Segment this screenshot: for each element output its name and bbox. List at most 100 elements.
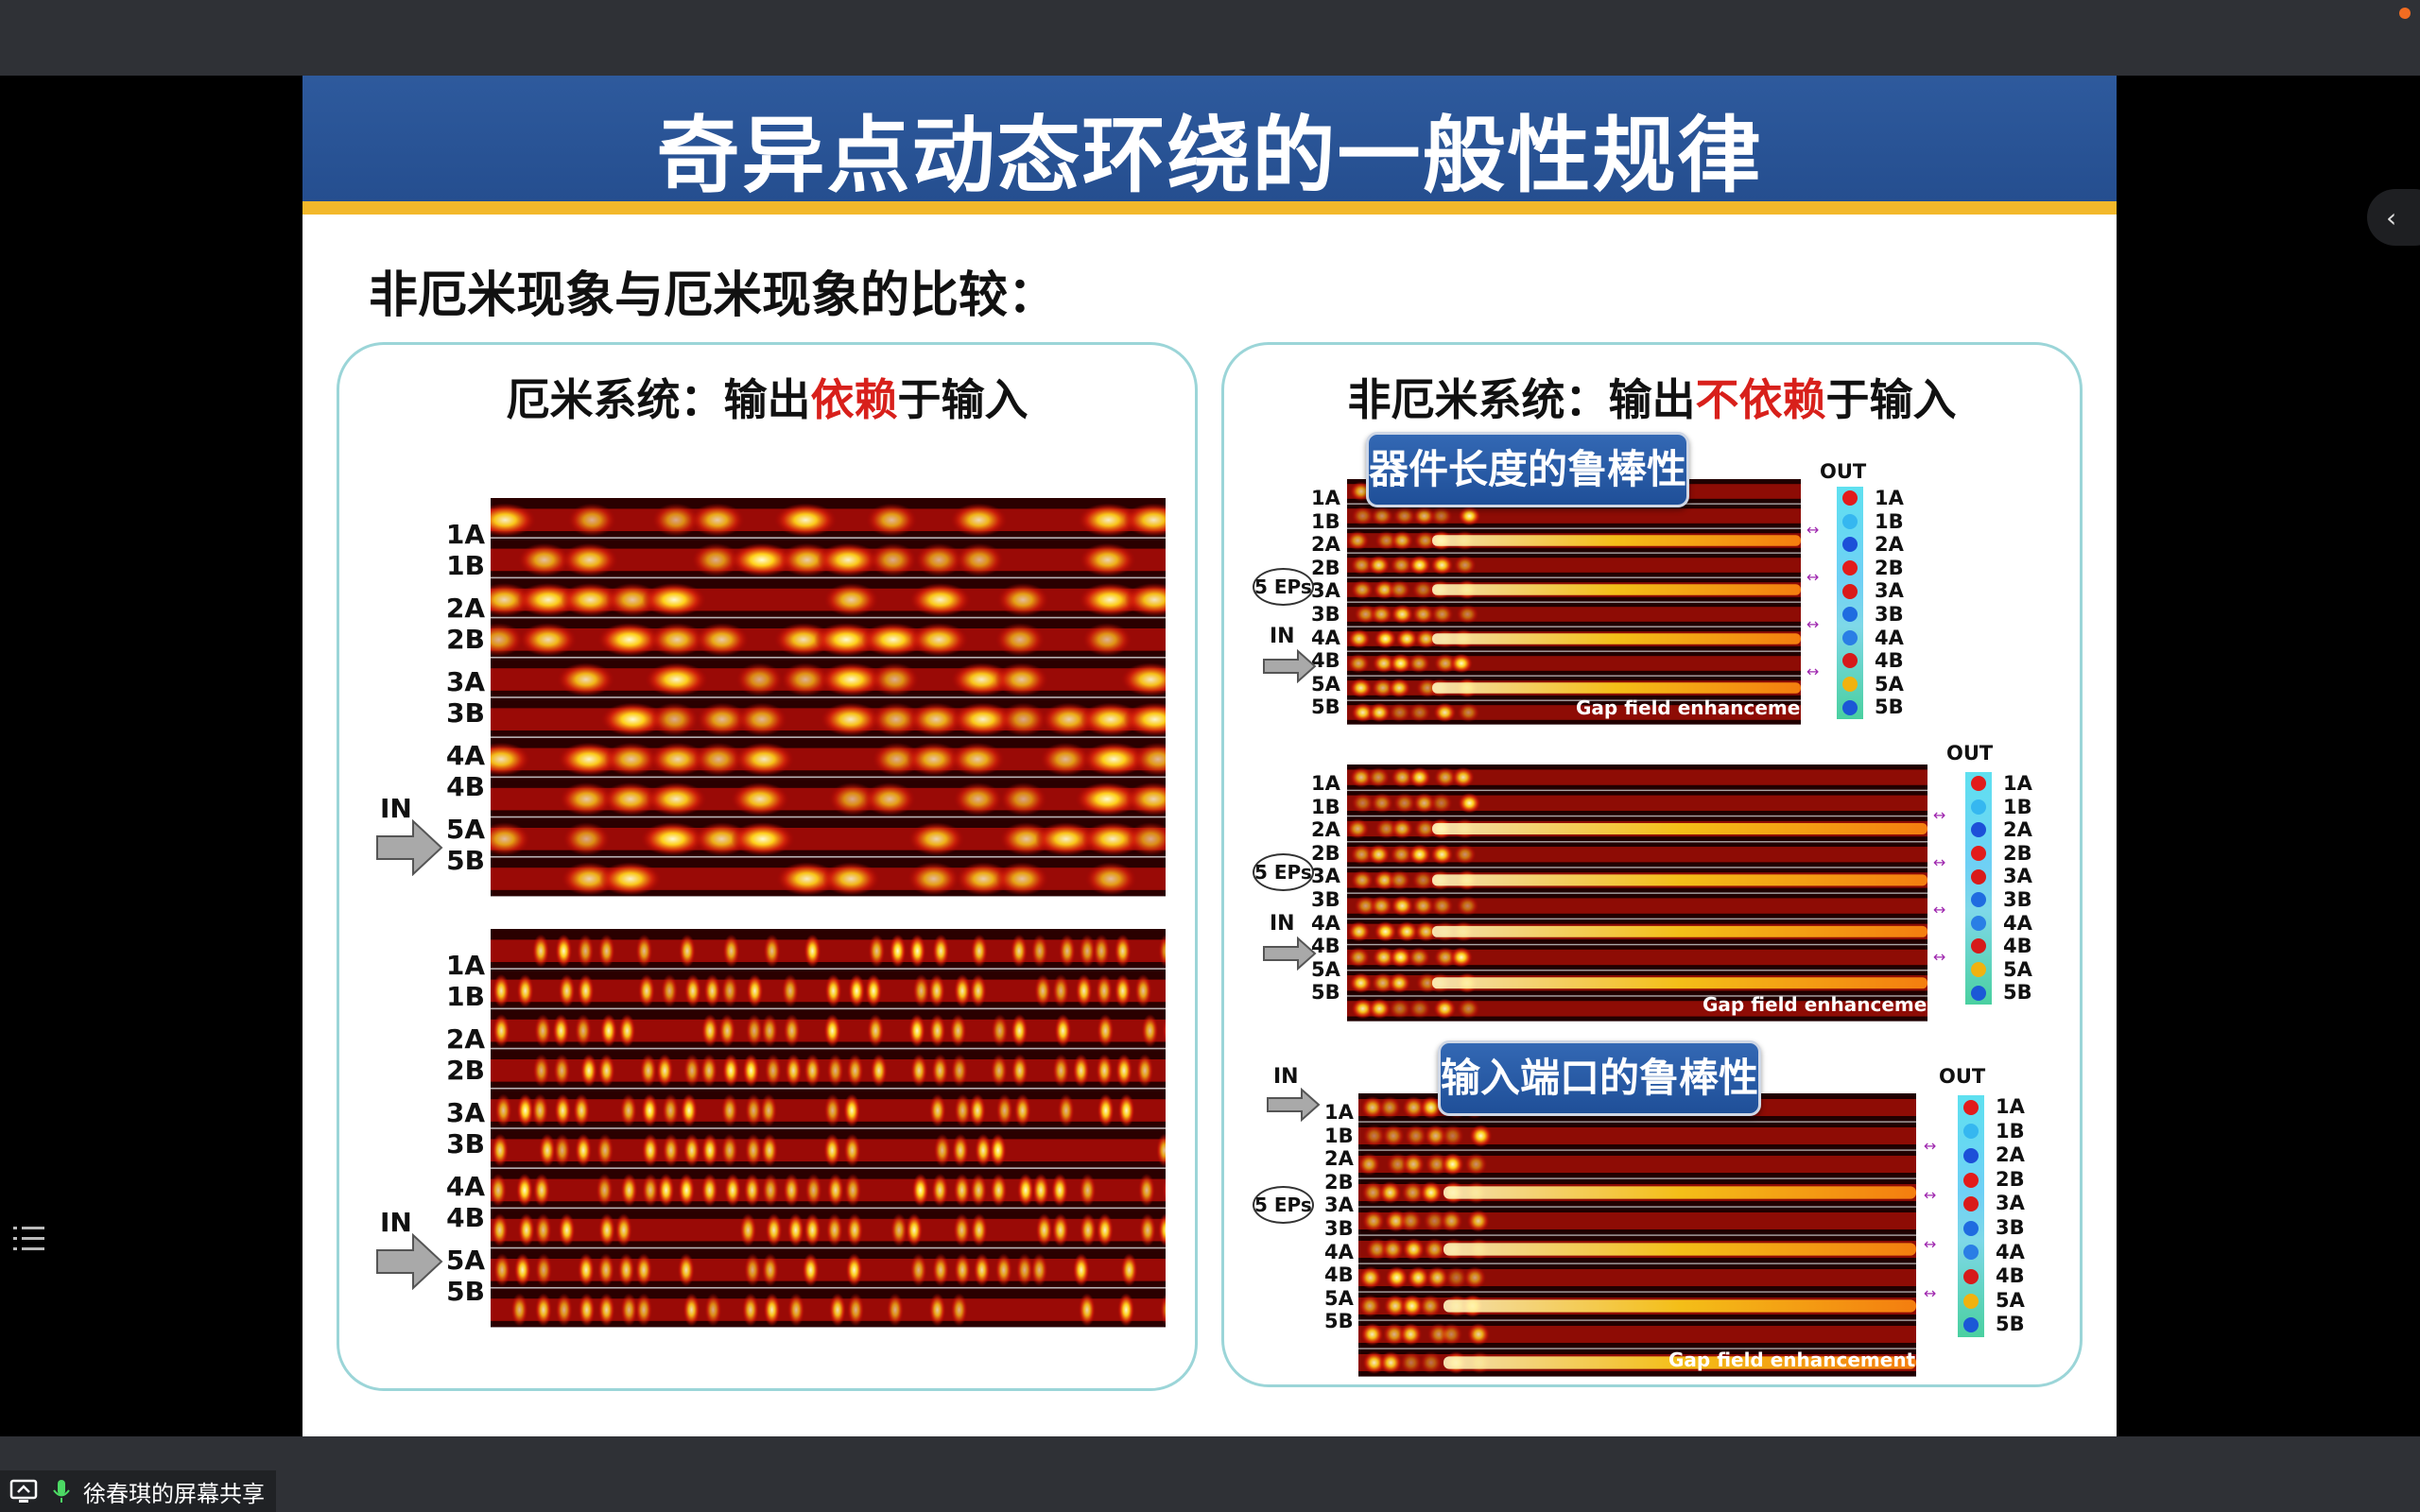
coupling-arrow-icon: ↔ bbox=[1806, 568, 1820, 586]
row-label: 1B bbox=[446, 550, 485, 581]
row-label: 1B bbox=[1311, 509, 1340, 533]
row-label: 1A bbox=[1324, 1101, 1354, 1124]
list-icon[interactable] bbox=[13, 1225, 45, 1253]
out-label: OUT bbox=[1820, 460, 1867, 483]
output-mode-dot bbox=[1963, 1268, 1979, 1284]
side-panel-toggle[interactable]: ‹ bbox=[2367, 189, 2420, 246]
heatmap-non-hermitian bbox=[1347, 479, 1801, 725]
coupling-arrow-icon: ↔ bbox=[1806, 521, 1820, 539]
output-mode-dot bbox=[1842, 699, 1858, 715]
row-label: 3B bbox=[1875, 603, 1904, 626]
output-mode-dot bbox=[1971, 938, 1986, 954]
heatmap-non-hermitian bbox=[1347, 765, 1927, 1022]
row-label: 4B bbox=[446, 771, 485, 802]
row-label: 1B bbox=[1996, 1119, 2025, 1143]
row-label: 5B bbox=[446, 845, 485, 876]
row-label: 1A bbox=[1996, 1095, 2025, 1118]
gap-field-label: Gap field enhancement bbox=[1576, 696, 1824, 719]
gap-field-label: Gap field enhancement bbox=[1668, 1349, 1916, 1371]
row-label: 3A bbox=[1311, 579, 1340, 603]
row-label: 5A bbox=[2003, 957, 2032, 981]
coupling-arrow-icon: ↔ bbox=[1924, 1137, 1937, 1155]
row-label: 1A bbox=[1875, 487, 1904, 509]
output-mode-dot bbox=[1963, 1220, 1979, 1236]
row-label: 4A bbox=[445, 1170, 485, 1202]
row-label: 2A bbox=[445, 1022, 485, 1055]
row-label: 2A bbox=[1324, 1147, 1354, 1171]
row-label: 5A bbox=[1324, 1286, 1354, 1310]
heatmap-hermitian-top bbox=[491, 498, 1166, 897]
hermitian-panel: 厄米系统：输出依赖于输入 IN IN 1A 1B 2A 2B 3A 3B 4A 4B 5A 5B … bbox=[337, 342, 1198, 1391]
row-label: 5B bbox=[2003, 981, 2032, 1005]
row-label: 2A bbox=[2003, 818, 2032, 842]
row-label: 3B bbox=[1996, 1216, 2025, 1239]
output-mode-bar bbox=[1837, 487, 1863, 719]
row-label: 5B bbox=[1996, 1313, 2025, 1336]
coupling-arrow-icon: ↔ bbox=[1933, 853, 1946, 871]
output-mode-dot bbox=[1963, 1099, 1979, 1115]
row-label: 2B bbox=[446, 1055, 485, 1086]
row-label: 4A bbox=[1311, 911, 1340, 935]
coupling-arrow-icon: ↔ bbox=[1806, 662, 1820, 680]
output-mode-dot bbox=[1963, 1317, 1979, 1333]
row-label: 1A bbox=[1311, 772, 1340, 795]
screen-share-icon bbox=[9, 1479, 38, 1503]
in-arrow-icon bbox=[1267, 1088, 1321, 1122]
output-mode-dot bbox=[1963, 1172, 1979, 1188]
output-mode-dot bbox=[1842, 537, 1858, 553]
row-label: 4B bbox=[446, 1202, 485, 1233]
in-arrow-icon bbox=[1263, 936, 1317, 971]
coupling-arrow-icon: ↔ bbox=[1924, 1284, 1937, 1302]
eps-label: 5 EPs bbox=[1253, 1186, 1314, 1224]
row-label: 2B bbox=[2003, 841, 2032, 865]
row-label: 4B bbox=[1324, 1263, 1354, 1287]
row-label: 5A bbox=[1996, 1288, 2025, 1312]
row-label: 1A bbox=[2003, 772, 2032, 795]
row-label: 4B bbox=[1875, 649, 1904, 673]
row-label: 4A bbox=[1324, 1240, 1354, 1263]
output-mode-dot bbox=[1971, 846, 1986, 862]
row-label: 3A bbox=[1875, 579, 1904, 603]
screen-share-indicator[interactable]: 徐春琪的屏幕共享 bbox=[0, 1470, 276, 1512]
port-robustness-badge: 输入端口的鲁棒性 bbox=[1438, 1040, 1762, 1116]
output-mode-dot bbox=[1842, 607, 1858, 623]
row-label: 1A bbox=[1311, 487, 1340, 509]
row-label: 2A bbox=[445, 592, 485, 624]
row-label: 2B bbox=[1875, 556, 1904, 579]
output-mode-dot bbox=[1842, 583, 1858, 599]
output-mode-dot bbox=[1971, 776, 1986, 792]
output-mode-bar bbox=[1958, 1095, 1984, 1337]
row-label: 5B bbox=[1875, 696, 1904, 719]
output-mode-bar bbox=[1965, 772, 1992, 1005]
output-mode-dot bbox=[1963, 1196, 1979, 1212]
row-label: 5A bbox=[445, 1244, 485, 1276]
output-mode-dot bbox=[1971, 962, 1986, 978]
row-label: 3A bbox=[2003, 865, 2032, 888]
output-mode-dot bbox=[1963, 1124, 1979, 1140]
coupling-arrow-icon: ↔ bbox=[1933, 901, 1946, 919]
row-label: 4A bbox=[1311, 626, 1340, 649]
eps-label: 5 EPs bbox=[1253, 568, 1314, 606]
row-label: 4A bbox=[445, 739, 485, 771]
row-label: 3A bbox=[445, 1096, 485, 1128]
out-label: OUT bbox=[1946, 742, 1994, 765]
row-label: 5B bbox=[1324, 1310, 1354, 1333]
row-label: 1B bbox=[446, 981, 485, 1012]
non-hermitian-heading: 非厄米系统：输出不依赖于输入 bbox=[1347, 374, 1957, 425]
row-label: 4A bbox=[1996, 1240, 2025, 1263]
coupling-arrow-icon: ↔ bbox=[1933, 806, 1946, 824]
row-label: 3B bbox=[1311, 888, 1340, 911]
output-mode-dot bbox=[1971, 799, 1986, 815]
hermitian-heading: 厄米系统：输出依赖于输入 bbox=[506, 374, 1028, 425]
row-label: 3B bbox=[446, 697, 485, 729]
in-label: IN bbox=[1273, 1065, 1299, 1089]
row-label: 2B bbox=[446, 624, 485, 655]
coupling-arrow-icon: ↔ bbox=[1924, 1186, 1937, 1204]
row-label: 2A bbox=[1311, 818, 1340, 842]
output-mode-dot bbox=[1971, 892, 1986, 908]
row-label: 3A bbox=[1311, 865, 1340, 888]
output-mode-dot bbox=[1963, 1147, 1979, 1163]
row-label: 2B bbox=[1996, 1167, 2025, 1191]
in-label: IN bbox=[1270, 912, 1295, 936]
output-mode-dot bbox=[1842, 677, 1858, 693]
